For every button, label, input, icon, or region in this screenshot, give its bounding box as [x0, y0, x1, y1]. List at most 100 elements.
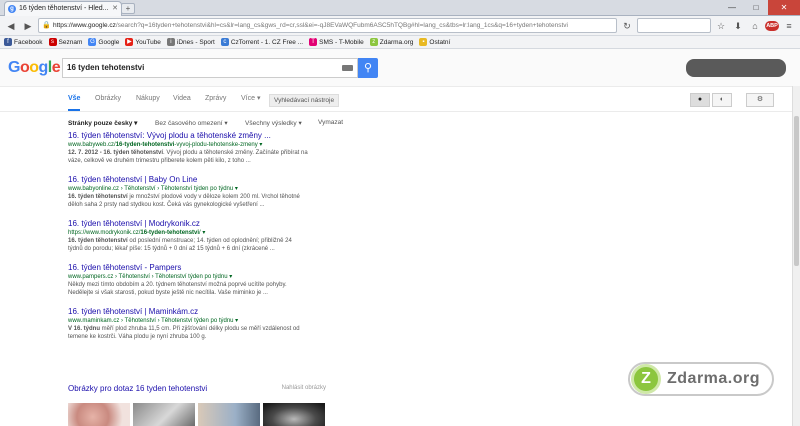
tab-images[interactable]: Obrázky: [95, 87, 121, 111]
tab-all[interactable]: Vše: [68, 87, 81, 111]
hide-personal-results-button[interactable]: ◐: [712, 93, 732, 107]
adblock-icon[interactable]: ABP: [765, 20, 779, 31]
search-button[interactable]: ⚲: [358, 58, 378, 78]
google-logo[interactable]: Google: [8, 59, 61, 77]
image-thumbnail[interactable]: [68, 403, 130, 426]
tab-news[interactable]: Zprávy: [205, 87, 226, 111]
tab-strip: g 16 týden těhotenství - Hled... ✕ + — □…: [0, 0, 800, 16]
logo-letter: g: [38, 59, 49, 76]
image-thumbnail[interactable]: [263, 403, 325, 426]
bookmark-sms-tmobile[interactable]: T SMS - T-Mobile: [309, 38, 364, 46]
bookmark-google[interactable]: G Google: [88, 38, 119, 46]
result-title[interactable]: 16. týden těhotenství | Modrykonik.cz: [68, 219, 308, 229]
search-input[interactable]: 16 tyden tehotenstvi: [62, 58, 358, 78]
maximize-button[interactable]: □: [744, 0, 768, 15]
forward-arrow-icon[interactable]: ▶: [21, 19, 35, 33]
language-filter[interactable]: Stránky pouze česky ▾: [68, 119, 137, 127]
url-part-bold: 16-tyden-tehotenstvi: [140, 230, 200, 236]
result-title[interactable]: 16. týden těhotenství | Baby On Line: [68, 175, 308, 185]
snippet-text: Někdy mezi tímto obdobím a 20. týdnem tě…: [68, 282, 287, 296]
url-part: https://www.modrykonik.cz/: [68, 230, 141, 236]
images-header-link[interactable]: Obrázky pro dotaz 16 tyden tehotenstvi: [68, 384, 207, 393]
result-title[interactable]: 16. týden těhotenství: Vývoj plodu a těh…: [68, 131, 308, 141]
bookmark-folder-ostatni[interactable]: ▪ Ostatní: [419, 38, 450, 46]
result-title[interactable]: 16. týden těhotenství | Maminkám.cz: [68, 307, 308, 317]
bookmark-zdarma[interactable]: z Zdarma.org: [369, 38, 414, 46]
scrollbar-thumb[interactable]: [794, 116, 799, 266]
menu-icon[interactable]: ≡: [782, 19, 796, 33]
youtube-icon: ▶: [125, 38, 134, 46]
page-scrollbar[interactable]: [792, 86, 800, 426]
bookmark-cztorrent[interactable]: c CzTorrent - 1. CZ Free ...: [220, 38, 304, 46]
image-thumbnail[interactable]: [133, 403, 195, 426]
browser-tab[interactable]: g 16 týden těhotenství - Hled... ✕: [4, 1, 122, 16]
account-area[interactable]: [686, 59, 786, 77]
search-result: 16. týden těhotenství - Pampers www.pamp…: [68, 263, 308, 297]
bookmark-label: Zdarma.org: [379, 38, 414, 46]
minimize-button[interactable]: —: [720, 0, 744, 15]
snippet-text: měří plod zhruba 11,5 cm. Při zjišťování…: [68, 326, 300, 340]
bookmark-label: CzTorrent - 1. CZ Free ...: [230, 38, 304, 46]
back-arrow-icon[interactable]: ◀: [4, 19, 18, 33]
bookmark-label: iDnes - Sport: [176, 38, 215, 46]
tab-more[interactable]: Více ▾: [241, 87, 260, 111]
bookmark-youtube[interactable]: ▶ YouTube: [125, 38, 161, 46]
result-title[interactable]: 16. týden těhotenství - Pampers: [68, 263, 308, 273]
bookmark-idnes-sport[interactable]: i iDnes - Sport: [166, 38, 215, 46]
url-part: www.babyweb.cz/: [68, 142, 116, 148]
results-filter[interactable]: Všechny výsledky ▾: [245, 119, 302, 127]
images-section-header: Obrázky pro dotaz 16 tyden tehotenstvi N…: [68, 384, 326, 393]
settings-button[interactable]: ⚙: [746, 93, 774, 107]
logo-letter: G: [8, 59, 20, 76]
folder-icon: ▪: [419, 38, 428, 46]
keyboard-icon[interactable]: [342, 65, 353, 71]
result-snippet: V 16. týdnu měří plod zhruba 11,5 cm. Př…: [68, 325, 308, 341]
address-bar[interactable]: 🔒 https://www.google.cz/search?q=16tyden…: [38, 18, 617, 33]
result-url[interactable]: www.babyonline.cz › Těhotenství › Těhote…: [68, 185, 308, 193]
tab-videos[interactable]: Videa: [173, 87, 191, 111]
bookmark-label: YouTube: [135, 38, 161, 46]
bookmark-facebook[interactable]: f Facebook: [4, 38, 43, 46]
result-snippet: 16. týden těhotenství je množství plodov…: [68, 193, 308, 209]
result-url[interactable]: www.maminkam.cz › Těhotenství › Těhotens…: [68, 317, 308, 325]
bookmark-seznam[interactable]: s Seznam: [48, 38, 82, 46]
google-icon: G: [88, 38, 97, 46]
google-header: Google 16 tyden tehotenstvi ⚲: [0, 49, 800, 87]
image-thumbnail[interactable]: [198, 403, 260, 426]
download-icon[interactable]: ⬇: [731, 19, 745, 33]
search-result: 16. týden těhotenství | Baby On Line www…: [68, 175, 308, 209]
bookmark-label: Google: [98, 38, 120, 46]
search-result: 16. týden těhotenství | Maminkám.cz www.…: [68, 307, 308, 341]
close-tab-icon[interactable]: ✕: [112, 2, 118, 15]
tmobile-icon: T: [309, 38, 318, 46]
tab-shopping[interactable]: Nákupy: [136, 87, 160, 111]
zdarma-logo-icon: Z: [631, 364, 661, 394]
search-tools-button[interactable]: Vyhledávací nástroje: [269, 94, 340, 107]
logo-letter: e: [51, 59, 61, 76]
snippet-bold: 16. týden těhotenství: [68, 238, 128, 244]
report-images-link[interactable]: Nahlásit obrázky: [282, 385, 326, 391]
url-part: -vyvoj-plodu-tehotenske-zmeny ▾: [174, 142, 263, 148]
result-url[interactable]: www.pampers.cz › Těhotenství › Těhotenst…: [68, 273, 308, 281]
clear-filters-link[interactable]: Vymazat: [318, 119, 343, 126]
result-snippet: 12. 7. 2012 - 16. týden těhotenství. Výv…: [68, 149, 308, 165]
url-part: / ▾: [199, 230, 206, 236]
url-part: www.maminkam.cz › Těhotenství › Těhotens…: [68, 318, 239, 324]
star-icon[interactable]: ☆: [714, 19, 728, 33]
browser-search-box[interactable]: [637, 18, 711, 33]
personal-results-button[interactable]: ●: [690, 93, 710, 107]
person-icon: ●: [697, 96, 703, 103]
logo-letter: o: [29, 59, 39, 76]
time-filter[interactable]: Bez časového omezení ▾: [155, 119, 228, 127]
tab-title: 16 týden těhotenství - Hled...: [19, 5, 109, 12]
result-url[interactable]: www.babyweb.cz/16-tyden-tehotenstvi-vyvo…: [68, 141, 308, 149]
new-tab-button[interactable]: +: [121, 3, 135, 14]
result-snippet: 16. týden těhotenství od poslední menstr…: [68, 237, 308, 253]
close-window-button[interactable]: ✕: [768, 0, 800, 15]
lock-icon: 🔒: [42, 22, 51, 29]
url-part: www.babyonline.cz › Těhotenství › Těhote…: [68, 186, 238, 192]
home-icon[interactable]: ⌂: [748, 19, 762, 33]
gear-icon: ⚙: [756, 96, 764, 103]
result-url[interactable]: https://www.modrykonik.cz/16-tyden-tehot…: [68, 229, 308, 237]
reload-icon[interactable]: ↻: [620, 19, 634, 33]
